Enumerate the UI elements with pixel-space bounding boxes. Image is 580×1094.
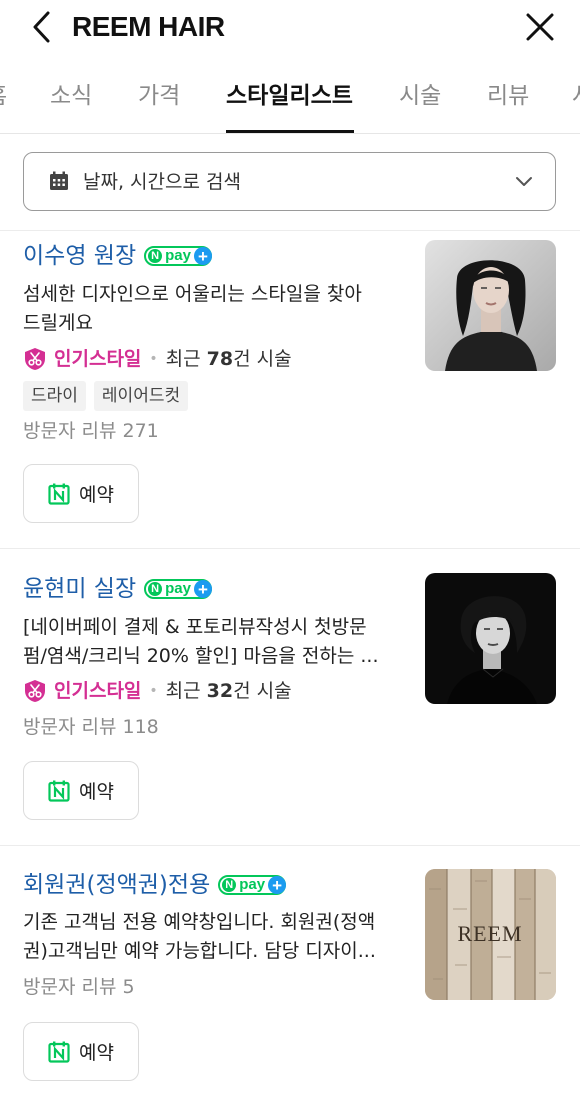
reserve-button[interactable]: 예약: [23, 1022, 139, 1081]
reserve-button[interactable]: 예약: [23, 761, 139, 820]
stylist-description: 섬세한 디자인으로 어울리는 스타일을 찾아 드릴게요: [23, 280, 405, 338]
naver-n-icon: N: [148, 582, 163, 596]
description-line: 드릴게요: [23, 312, 93, 334]
tab-treatment[interactable]: 시술: [399, 80, 441, 112]
style-tags: 드라이 레이어드컷: [23, 381, 196, 411]
tab-review[interactable]: 리뷰: [487, 80, 529, 112]
stylist-description: [네이버페이 결제 & 포토리뷰작성시 첫방문 펌/염색/크리닉 20% 할인]…: [23, 613, 405, 671]
tab-stylist[interactable]: 스타일리스트: [226, 80, 353, 112]
description-line: 펌/염색/크리닉 20% 할인] 마음을 전하는 ...: [23, 645, 379, 667]
npay-badge: N pay +: [218, 875, 287, 895]
stylist-name[interactable]: 윤현미 실장: [23, 573, 136, 605]
description-line: 섬세한 디자인으로 어울리는 스타일을 찾아: [23, 283, 362, 305]
plus-icon: +: [193, 580, 212, 598]
separator-dot: •: [149, 683, 158, 699]
chevron-left-icon: [33, 11, 50, 43]
app-header: REEM HAIR: [0, 0, 580, 54]
tab-home[interactable]: 홈: [0, 80, 7, 112]
scissors-shield-icon: [25, 680, 45, 702]
stylist-photo[interactable]: [425, 573, 556, 704]
naver-booking-icon: [48, 483, 70, 505]
close-button[interactable]: [522, 9, 558, 45]
stylist-name-row: 윤현미 실장 N pay +: [23, 573, 212, 605]
style-tag[interactable]: 레이어드컷: [93, 381, 189, 411]
reserve-button[interactable]: 예약: [23, 464, 139, 523]
description-line: [네이버페이 결제 & 포토리뷰작성시 첫방문: [23, 616, 367, 638]
back-button[interactable]: [24, 8, 58, 46]
plus-icon: +: [193, 247, 212, 265]
reserve-label: 예약: [79, 1042, 114, 1064]
plus-icon: +: [268, 876, 287, 894]
tab-news[interactable]: 소식: [50, 80, 92, 112]
date-time-search-dropdown[interactable]: 날짜, 시간으로 검색: [23, 152, 556, 211]
stylist-photo[interactable]: REEM: [425, 869, 556, 1000]
naver-n-icon: N: [148, 249, 163, 263]
page-title: REEM HAIR: [72, 11, 225, 42]
npay-badge: N pay +: [144, 579, 212, 599]
divider: [0, 230, 580, 231]
popular-style-row: 인기스타일 • 최근 78건 시술: [23, 345, 292, 373]
stylist-name-row: 회원권(정액권)전용 N pay +: [23, 869, 287, 901]
stylist-portrait-image: [425, 240, 556, 371]
popular-style-label: 인기스타일: [54, 348, 142, 370]
card-divider: [0, 845, 580, 846]
stylist-portrait-image: [425, 573, 556, 704]
tab-price[interactable]: 가격: [138, 80, 180, 112]
description-line: 권)고객님만 예약 가능합니다. 담당 디자이...: [23, 940, 376, 962]
reserve-label: 예약: [79, 781, 114, 803]
card-divider: [0, 548, 580, 549]
stylist-name[interactable]: 회원권(정액권)전용: [23, 869, 210, 901]
tab-more[interactable]: 사: [572, 80, 580, 112]
active-tab-indicator: [226, 130, 354, 133]
wood-logo-image: REEM: [425, 869, 556, 1000]
npay-badge: N pay +: [144, 246, 212, 266]
naver-booking-icon: [48, 780, 70, 802]
npay-badge-text: pay: [165, 580, 191, 597]
npay-badge-text: pay: [165, 247, 191, 264]
calendar-icon: [50, 171, 68, 190]
chevron-down-icon: [516, 177, 532, 186]
popular-style-row: 인기스타일 • 최근 32건 시술: [23, 677, 292, 705]
search-label: 날짜, 시간으로 검색: [83, 171, 241, 193]
naver-booking-icon: [48, 1041, 70, 1063]
npay-badge-text: pay: [239, 876, 266, 893]
separator-dot: •: [149, 351, 158, 367]
description-line: 기존 고객님 전용 예약창입니다. 회원권(정액: [23, 911, 376, 933]
recent-treatments: 최근 32건 시술: [165, 680, 292, 702]
style-tag[interactable]: 드라이: [23, 381, 86, 411]
reserve-label: 예약: [79, 484, 114, 506]
stylist-name-row: 이수영 원장 N pay +: [23, 240, 212, 272]
popular-style-label: 인기스타일: [54, 680, 142, 702]
visitor-review-count[interactable]: 방문자 리뷰 271: [23, 417, 159, 445]
close-icon: [526, 13, 554, 41]
tab-bar: 홈 소식 가격 스타일리스트 시술 리뷰 사: [0, 66, 580, 134]
stylist-description: 기존 고객님 전용 예약창입니다. 회원권(정액 권)고객님만 예약 가능합니다…: [23, 908, 405, 966]
scissors-shield-icon: [25, 348, 45, 370]
reem-logo-text: REEM: [457, 921, 522, 946]
visitor-review-count[interactable]: 방문자 리뷰 5: [23, 973, 135, 1001]
visitor-review-count[interactable]: 방문자 리뷰 118: [23, 713, 159, 741]
naver-n-icon: N: [222, 878, 237, 892]
stylist-name[interactable]: 이수영 원장: [23, 240, 136, 272]
recent-treatments: 최근 78건 시술: [165, 348, 292, 370]
stylist-photo[interactable]: [425, 240, 556, 371]
